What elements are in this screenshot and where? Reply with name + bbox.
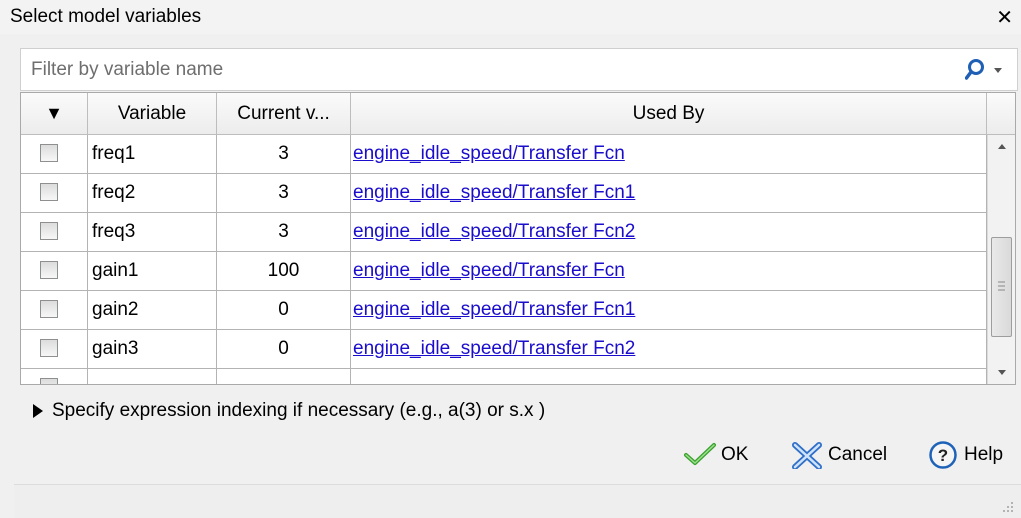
- scroll-down-button[interactable]: [988, 361, 1015, 383]
- grip-icon: [998, 281, 1005, 291]
- row-checkbox[interactable]: [40, 261, 58, 279]
- help-button[interactable]: ? Help: [928, 440, 1003, 470]
- variables-table: ▼ Variable Current v... Used By freq1 3 …: [20, 92, 1016, 385]
- ok-button-label: OK: [721, 444, 749, 465]
- variable-name: freq2: [88, 174, 217, 212]
- used-by-link[interactable]: engine_idle_speed/Transfer Fcn: [353, 260, 625, 281]
- ok-button[interactable]: OK: [683, 440, 748, 470]
- row-checkbox[interactable]: [40, 300, 58, 318]
- indexing-expander[interactable]: Specify expression indexing if necessary…: [33, 400, 545, 422]
- variable-name: freq1: [88, 135, 217, 173]
- row-checkbox[interactable]: [40, 183, 58, 201]
- close-icon[interactable]: ✕: [996, 5, 1013, 30]
- used-by-link[interactable]: engine_idle_speed/Transfer Fcn2: [353, 221, 635, 242]
- vertical-scrollbar[interactable]: [987, 135, 1015, 384]
- column-menu-header[interactable]: ▼: [21, 93, 88, 135]
- header-corner: [987, 93, 1015, 135]
- used-by-link[interactable]: engine_idle_speed/Transfer Fcn2: [353, 338, 635, 359]
- filter-box: [20, 48, 1018, 91]
- table-row[interactable]: gain1 100 engine_idle_speed/Transfer Fcn: [21, 252, 987, 291]
- used-by-link[interactable]: engine_idle_speed/Transfer Fcn: [353, 143, 625, 164]
- scrollbar-thumb[interactable]: [991, 237, 1012, 337]
- current-value: 3: [217, 174, 351, 212]
- check-icon: [684, 443, 716, 465]
- cancel-button-label: Cancel: [828, 444, 888, 465]
- column-header-variable[interactable]: Variable: [88, 93, 217, 135]
- search-dropdown-button[interactable]: [964, 57, 1007, 83]
- title-bar: Select model variables ✕: [0, 0, 1021, 34]
- used-by-link[interactable]: engine_idle_speed/Transfer Fcn1: [353, 182, 635, 203]
- table-row[interactable]: gain3 0 engine_idle_speed/Transfer Fcn2: [21, 330, 987, 369]
- current-value: 3: [217, 135, 351, 173]
- table-row-partial[interactable]: [21, 369, 987, 384]
- current-value: 3: [217, 213, 351, 251]
- cancel-button[interactable]: Cancel: [790, 440, 887, 470]
- indexing-expander-label: Specify expression indexing if necessary…: [52, 400, 546, 421]
- cancel-x-icon: [792, 442, 822, 469]
- row-checkbox[interactable]: [40, 144, 58, 162]
- dialog-title: Select model variables: [10, 6, 202, 27]
- row-checkbox[interactable]: [40, 222, 58, 240]
- current-value: 100: [217, 252, 351, 290]
- variable-name: gain2: [88, 291, 217, 329]
- column-menu-icon: ▼: [45, 103, 63, 123]
- status-bar: [14, 484, 1021, 518]
- expand-triangle-icon: [33, 404, 43, 418]
- scroll-up-button[interactable]: [988, 135, 1015, 157]
- table-row[interactable]: freq2 3 engine_idle_speed/Transfer Fcn1: [21, 174, 987, 213]
- table-row[interactable]: freq1 3 engine_idle_speed/Transfer Fcn: [21, 135, 987, 174]
- used-by-link[interactable]: engine_idle_speed/Transfer Fcn1: [353, 299, 635, 320]
- column-header-current-value[interactable]: Current v...: [217, 93, 351, 135]
- filter-input[interactable]: [29, 55, 933, 85]
- variable-name: freq3: [88, 213, 217, 251]
- variable-name: gain3: [88, 330, 217, 368]
- chevron-down-icon: [994, 68, 1002, 73]
- row-checkbox[interactable]: [40, 339, 58, 357]
- table-row[interactable]: gain2 0 engine_idle_speed/Transfer Fcn1: [21, 291, 987, 330]
- current-value: 0: [217, 330, 351, 368]
- search-icon: [964, 59, 1002, 80]
- resize-grip-icon[interactable]: [1001, 500, 1015, 514]
- variable-name: gain1: [88, 252, 217, 290]
- help-icon: ?: [929, 441, 957, 469]
- row-checkbox[interactable]: [40, 378, 58, 384]
- table-row[interactable]: freq3 3 engine_idle_speed/Transfer Fcn2: [21, 213, 987, 252]
- column-header-used-by[interactable]: Used By: [351, 93, 987, 135]
- current-value: 0: [217, 291, 351, 329]
- scroll-down-icon: [998, 370, 1006, 375]
- help-button-label: Help: [964, 444, 1004, 465]
- scroll-up-icon: [998, 144, 1006, 149]
- svg-text:?: ?: [938, 446, 948, 465]
